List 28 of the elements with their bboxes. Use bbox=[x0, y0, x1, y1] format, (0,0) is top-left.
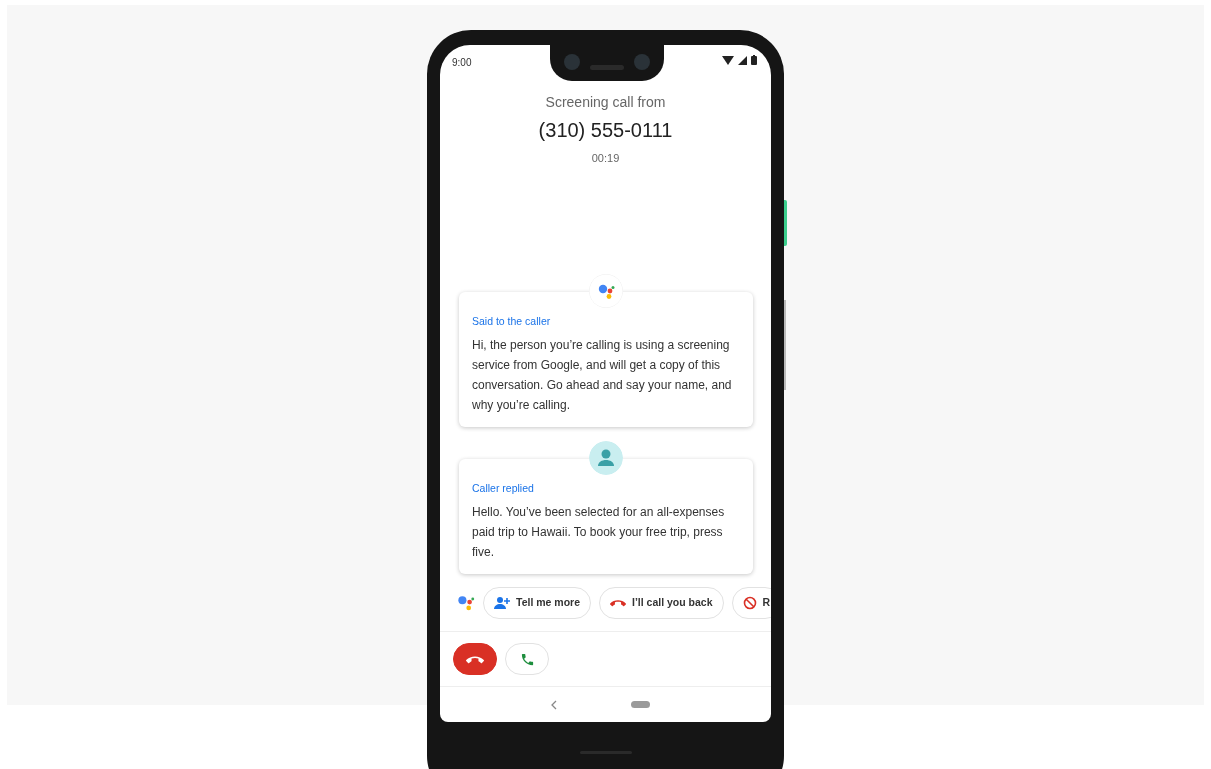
person-add-icon bbox=[494, 596, 510, 610]
back-button[interactable] bbox=[551, 699, 557, 710]
back-icon bbox=[551, 699, 557, 710]
camera-icon bbox=[564, 54, 580, 70]
camera-icon bbox=[634, 54, 650, 70]
suggestion-chip[interactable]: I’ll call you back bbox=[599, 587, 724, 619]
suggestion-chip[interactable]: R bbox=[731, 587, 771, 619]
message-label: Said to the caller bbox=[472, 314, 552, 328]
status-time: 9:00 bbox=[452, 56, 472, 70]
answer-call-button[interactable] bbox=[505, 643, 549, 675]
call-timer: 00:19 bbox=[590, 151, 621, 166]
call-status-title: Screening call from bbox=[544, 93, 667, 111]
caller-number: (310) 555-0111 bbox=[537, 118, 674, 143]
phone-icon bbox=[519, 651, 535, 667]
suggestion-chip[interactable]: Tell me more bbox=[483, 587, 591, 619]
assistant-icon bbox=[457, 594, 475, 612]
battery-icon bbox=[751, 55, 757, 65]
block-icon bbox=[742, 596, 757, 610]
message-label: Caller replied bbox=[472, 481, 535, 495]
decline-call-button[interactable] bbox=[453, 643, 497, 675]
hang-up-icon bbox=[610, 599, 626, 607]
wifi-icon bbox=[722, 55, 734, 65]
home-button[interactable] bbox=[631, 701, 650, 708]
message-text: Hello. You’ve been selected for an all-expenses paid trip to Hawaii. To book your free trip, press five. bbox=[472, 504, 726, 561]
person-avatar-icon bbox=[589, 441, 623, 475]
hang-up-icon bbox=[466, 654, 484, 664]
message-text: Hi, the person you’re calling is using a screening service from Google, and will get a copy of this conversation. Go ahead and say your name, and why you’re calling. bbox=[472, 337, 733, 414]
signal-icon bbox=[738, 55, 747, 65]
